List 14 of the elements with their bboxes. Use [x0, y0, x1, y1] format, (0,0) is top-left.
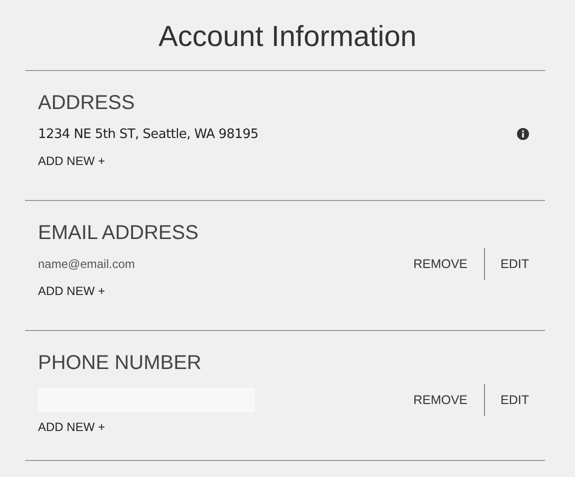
address-text: 1234 NE 5th ST, Seattle, WA 98195: [38, 126, 258, 142]
action-link[interactable]: REMOVE: [411, 393, 470, 407]
action-link[interactable]: REMOVE: [411, 257, 470, 271]
action-link[interactable]: EDIT: [498, 257, 531, 271]
section-heading: EMAIL ADDRESS: [38, 221, 200, 246]
section-heading: ADDRESS: [38, 91, 136, 116]
add-new-link[interactable]: ADD NEW +: [38, 284, 531, 298]
add-new-link[interactable]: ADD NEW +: [38, 420, 531, 434]
email-text: name@email.com: [38, 257, 135, 271]
page-title: Account Information: [158, 20, 418, 55]
action-link[interactable]: EDIT: [498, 393, 531, 407]
info-icon[interactable]: [517, 128, 529, 140]
section-heading: PHONE NUMBER: [38, 351, 202, 376]
add-new-link[interactable]: ADD NEW +: [38, 154, 531, 168]
